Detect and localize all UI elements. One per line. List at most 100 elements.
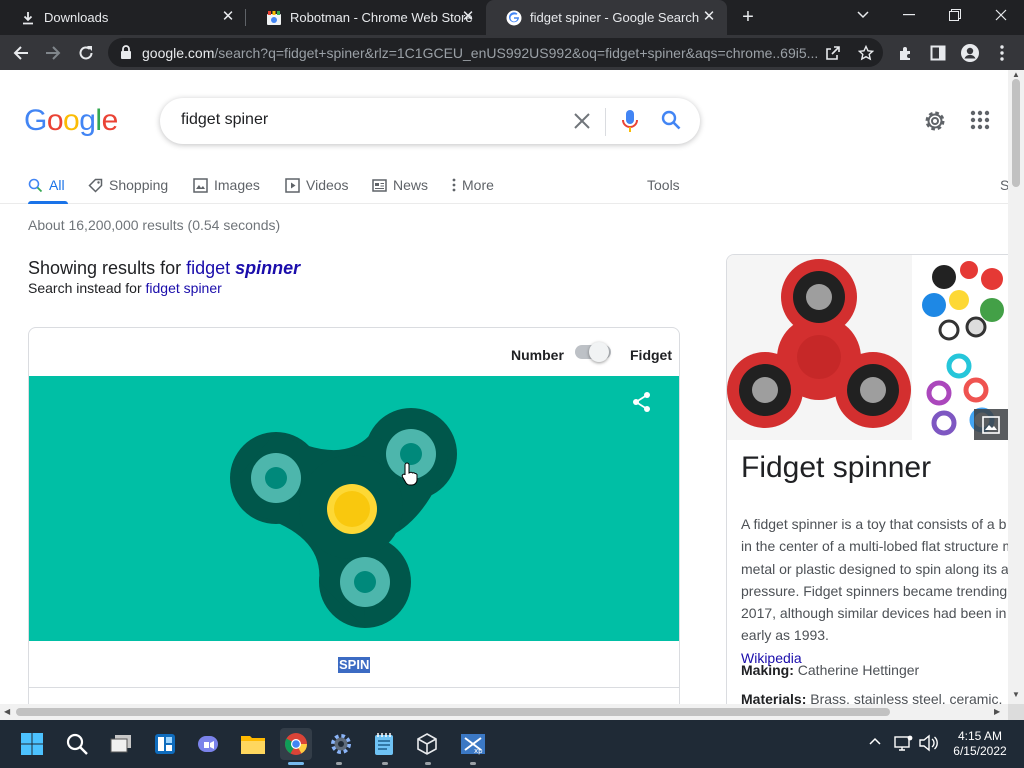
tab-downloads[interactable]: Downloads ✕ <box>0 0 246 35</box>
tab-news[interactable]: News <box>372 172 428 198</box>
voice-search-mic-icon[interactable] <box>620 109 640 138</box>
horizontal-scroll-thumb[interactable] <box>16 708 890 716</box>
tab-all[interactable]: All <box>28 172 65 198</box>
side-panel-icon[interactable] <box>925 40 951 66</box>
chrome-taskbar-icon[interactable] <box>280 728 312 760</box>
google-g-icon <box>506 10 522 26</box>
toggle-label-fidget[interactable]: Fidget <box>630 347 672 363</box>
running-indicator <box>336 762 342 765</box>
search-type-tabs: All Shopping Images Videos News More Too… <box>0 166 1008 204</box>
share-page-icon[interactable] <box>823 43 843 63</box>
searchbox-divider <box>605 108 606 136</box>
colorful-spinners-image[interactable] <box>914 255 1008 346</box>
fact-materials: Materials: Brass, stainless steel, ceram… <box>741 691 1003 704</box>
tab-search-icon[interactable] <box>840 0 886 30</box>
fidget-spinner-widget: Number Fidget SPIN <box>28 327 680 704</box>
active-indicator <box>288 762 304 765</box>
vertical-scroll-thumb[interactable] <box>1012 79 1020 187</box>
horizontal-scrollbar[interactable]: ◀ ▶ <box>0 704 1008 720</box>
notepad-icon[interactable] <box>368 728 400 760</box>
reload-icon[interactable] <box>73 40 99 66</box>
scrollbar-corner <box>1008 704 1024 720</box>
taskbar-search-icon[interactable] <box>61 728 93 760</box>
back-icon[interactable] <box>8 40 34 66</box>
google-apps-grid-icon[interactable] <box>970 110 990 135</box>
network-icon[interactable] <box>893 734 913 757</box>
showing-results-for: Showing results for fidget spinner <box>28 258 301 278</box>
scroll-down-arrow-icon[interactable]: ▼ <box>1012 690 1020 699</box>
running-indicator <box>425 762 431 765</box>
google-logo[interactable]: Google <box>24 104 118 138</box>
settings-gear-icon[interactable] <box>922 108 948 139</box>
image-icon <box>193 177 208 193</box>
vertical-scrollbar[interactable]: ▲ ▼ <box>1008 70 1024 704</box>
download-icon <box>20 10 36 26</box>
close-tab-icon[interactable]: ✕ <box>460 9 476 25</box>
search-box[interactable]: fidget spiner <box>160 98 700 144</box>
fidget-spinner-graphic[interactable] <box>29 376 679 641</box>
original-query-link[interactable]: fidget spiner <box>146 280 222 296</box>
more-vert-icon <box>452 178 456 192</box>
tab-videos[interactable]: Videos <box>285 172 349 198</box>
corrected-query-link[interactable]: fidget spinner <box>186 258 300 278</box>
browser-toolbar: google.com/search?q=fidget+spiner&rlz=1C… <box>0 35 1024 70</box>
bookmark-star-icon[interactable] <box>856 43 876 63</box>
chrome-web-store-icon <box>266 10 282 26</box>
settings-taskbar-icon[interactable] <box>325 728 357 760</box>
result-stats: About 16,200,000 results (0.54 seconds) <box>28 217 281 233</box>
file-explorer-icon[interactable] <box>237 728 269 760</box>
close-tab-icon[interactable]: ✕ <box>701 9 717 25</box>
knowledge-panel-title: Fidget spinner <box>741 451 932 484</box>
close-window-icon[interactable] <box>978 0 1024 30</box>
task-view-icon[interactable] <box>105 728 137 760</box>
svg-text:xp: xp <box>474 747 483 755</box>
safesearch-link-cutoff[interactable]: S <box>1000 172 1008 198</box>
scroll-up-arrow-icon[interactable]: ▲ <box>1012 70 1020 79</box>
tools-button[interactable]: Tools <box>647 172 680 198</box>
virtualbox-cube-icon[interactable] <box>411 728 443 760</box>
red-fidget-spinner-image[interactable] <box>727 255 912 440</box>
tab-more[interactable]: More <box>452 172 494 198</box>
widgets-icon[interactable] <box>149 728 181 760</box>
tab-title: fidget spiner - Google Search <box>530 10 700 25</box>
spinner-canvas[interactable] <box>29 376 679 641</box>
chrome-menu-icon[interactable] <box>989 40 1015 66</box>
lock-icon[interactable] <box>120 45 132 64</box>
taskbar-clock[interactable]: 4:15 AM 6/15/2022 <box>940 729 1020 759</box>
close-tab-icon[interactable]: ✕ <box>220 9 236 25</box>
url-text[interactable]: google.com/search?q=fidget+spiner&rlz=1C… <box>142 45 822 61</box>
tab-shopping[interactable]: Shopping <box>88 172 168 198</box>
clear-search-icon[interactable] <box>571 110 593 132</box>
scroll-right-arrow-icon[interactable]: ▶ <box>994 707 1000 716</box>
new-tab-button[interactable]: + <box>738 6 758 28</box>
search-instead-for: Search instead for fidget spiner <box>28 280 222 296</box>
search-input[interactable]: fidget spiner <box>181 111 268 129</box>
address-bar[interactable]: google.com/search?q=fidget+spiner&rlz=1C… <box>108 38 883 67</box>
search-submit-icon[interactable] <box>660 109 682 136</box>
spin-button[interactable]: SPIN <box>338 657 371 673</box>
share-icon[interactable] <box>632 391 652 418</box>
teams-chat-icon[interactable] <box>192 728 224 760</box>
clock-time: 4:15 AM <box>957 729 1003 743</box>
tab-google-search[interactable]: fidget spiner - Google Search ✕ <box>486 0 727 35</box>
number-fidget-toggle-switch[interactable] <box>575 342 611 362</box>
profile-avatar-icon[interactable] <box>957 40 983 66</box>
toggle-knob[interactable] <box>589 342 609 362</box>
forward-icon[interactable] <box>40 40 66 66</box>
restore-icon[interactable] <box>932 0 978 30</box>
fact-making: Making: Catherine Hettinger <box>741 662 920 678</box>
start-windows-icon[interactable] <box>16 728 48 760</box>
minimize-icon[interactable] <box>886 0 932 30</box>
extensions-puzzle-icon[interactable] <box>893 40 919 66</box>
more-images-icon[interactable] <box>974 409 1008 440</box>
toggle-label-number[interactable]: Number <box>511 347 564 363</box>
spin-button-row: SPIN <box>29 641 679 688</box>
show-hidden-icons-chevron-icon[interactable] <box>868 734 882 753</box>
tab-images[interactable]: Images <box>193 172 260 198</box>
search-icon <box>28 178 43 193</box>
scroll-left-arrow-icon[interactable]: ◀ <box>4 707 10 716</box>
volume-icon[interactable] <box>918 734 938 757</box>
windows-xp-vm-icon[interactable]: xp <box>457 728 489 760</box>
tab-robotman[interactable]: Robotman - Chrome Web Store ✕ <box>246 0 486 35</box>
browser-tab-strip: Downloads ✕ Robotman - Chrome Web Store … <box>0 0 1024 35</box>
